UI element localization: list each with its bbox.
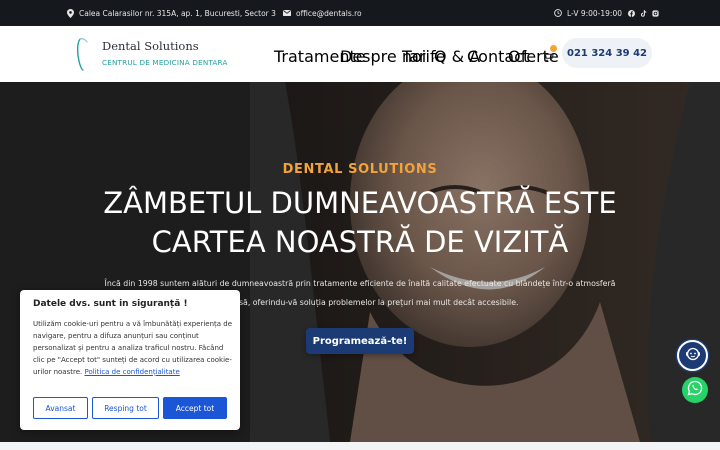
- top-bar: Calea Calarasilor nr. 315A, ap. 1, Bucur…: [0, 0, 720, 26]
- whatsapp-button[interactable]: [682, 377, 708, 403]
- tooth-logo-icon[interactable]: [76, 37, 96, 75]
- site-header: Dental Solutions CENTRUL DE MEDICINA DEN…: [0, 26, 720, 82]
- hero-eyebrow: DENTAL SOLUTIONS: [282, 162, 438, 177]
- appointment-button[interactable]: Programează-te!: [306, 328, 414, 354]
- tiktok-icon[interactable]: [640, 9, 647, 17]
- chat-support-button[interactable]: [677, 340, 708, 371]
- cookie-consent-banner: Datele dvs. sunt in siguranță ! Utilizăm…: [20, 290, 240, 430]
- logo-subtitle: CENTRUL DE MEDICINA DENTARA: [102, 58, 228, 67]
- logo-name[interactable]: Dental Solutions: [102, 39, 199, 53]
- cookie-title: Datele dvs. sunt in siguranță !: [33, 299, 188, 309]
- cookie-customize-button[interactable]: Avansat: [33, 397, 88, 419]
- cookie-text: Utilizăm cookie-uri pentru a vă îmbunătă…: [33, 318, 233, 378]
- address-text: Calea Calarasilor nr. 315A, ap. 1, Bucur…: [79, 8, 276, 18]
- instagram-icon[interactable]: [652, 9, 659, 17]
- phone-button[interactable]: 021 324 39 42: [562, 38, 652, 68]
- section-divider: [0, 442, 720, 450]
- envelope-icon: [283, 10, 291, 16]
- clock-icon: [554, 9, 562, 17]
- cookie-accept-button[interactable]: Accept tot: [163, 397, 227, 419]
- hours-info: L-V 9:00-19:00: [554, 0, 622, 26]
- whatsapp-icon: [687, 380, 703, 400]
- cart-count-badge: [550, 45, 557, 52]
- hours-text: L-V 9:00-19:00: [567, 8, 622, 18]
- email-info[interactable]: office@dentals.ro: [283, 0, 362, 26]
- support-agent-icon: [685, 346, 701, 366]
- privacy-policy-link[interactable]: Politica de confidențialitate: [84, 368, 179, 376]
- social-links: [628, 0, 659, 26]
- location-pin-icon: [67, 8, 74, 18]
- address-info: Calea Calarasilor nr. 315A, ap. 1, Bucur…: [67, 0, 276, 26]
- hero-headline: ZÂMBETUL DUMNEAVOASTRĂ ESTE CARTEA NOAST…: [103, 186, 617, 259]
- facebook-icon[interactable]: [628, 9, 635, 17]
- cookie-reject-button[interactable]: Resping tot: [92, 397, 159, 419]
- email-link[interactable]: office@dentals.ro: [296, 9, 362, 18]
